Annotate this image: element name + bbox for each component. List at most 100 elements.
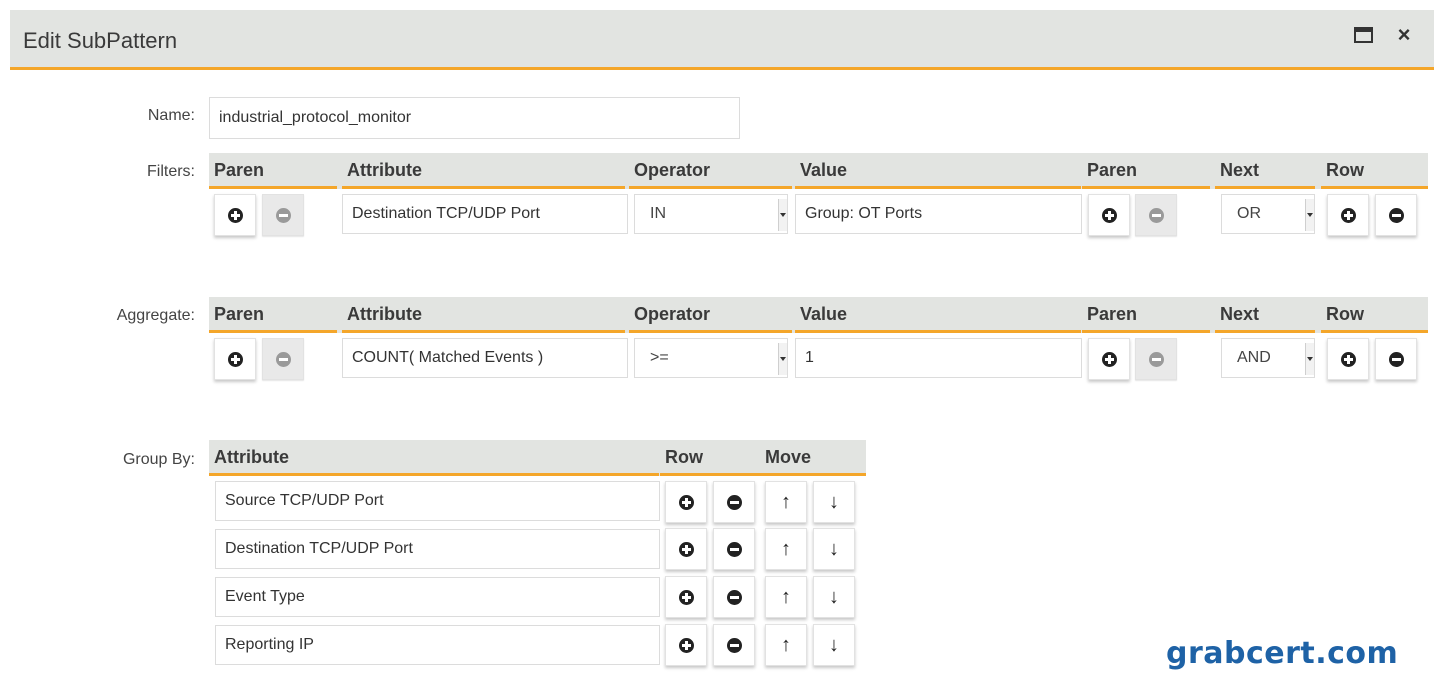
plus-circle-icon xyxy=(1101,207,1117,223)
group-by-move-up-button[interactable]: ↑ xyxy=(765,528,807,570)
filters-remove-open-paren-button[interactable] xyxy=(262,194,304,236)
filters-operator-value: IN xyxy=(650,205,666,222)
filters-add-row-button[interactable] xyxy=(1327,194,1369,236)
arrow-up-icon: ↑ xyxy=(781,491,791,513)
aggregate-header-operator: Operator xyxy=(629,297,792,333)
plus-circle-icon xyxy=(227,351,243,367)
aggregate-remove-row-button[interactable] xyxy=(1375,338,1417,380)
filters-header-next: Next xyxy=(1215,153,1315,189)
aggregate-add-close-paren-button[interactable] xyxy=(1088,338,1130,380)
aggregate-header: Paren Attribute Operator Value Paren Nex… xyxy=(209,297,1428,333)
plus-circle-icon xyxy=(678,541,694,557)
aggregate-attribute-field[interactable]: COUNT( Matched Events ) xyxy=(342,338,628,378)
group-by-add-row-button[interactable] xyxy=(665,576,707,618)
group-by-remove-row-button[interactable] xyxy=(713,528,755,570)
group-by-header-attribute: Attribute xyxy=(209,440,659,476)
minus-circle-icon xyxy=(726,637,742,653)
filters-add-open-paren-button[interactable] xyxy=(214,194,256,236)
aggregate-value-field[interactable]: 1 xyxy=(795,338,1082,378)
dropdown-caret-icon xyxy=(1305,199,1314,231)
watermark-text: grabcert.com xyxy=(1166,636,1399,671)
group-by-move-down-button[interactable]: ↓ xyxy=(813,528,855,570)
group-by-move-down-button[interactable]: ↓ xyxy=(813,481,855,523)
plus-circle-icon xyxy=(1340,351,1356,367)
plus-circle-icon xyxy=(678,637,694,653)
aggregate-header-next: Next xyxy=(1215,297,1315,333)
group-by-attribute-field[interactable]: Event Type xyxy=(215,577,660,617)
filters-value-field[interactable]: Group: OT Ports xyxy=(795,194,1082,234)
minus-circle-icon xyxy=(1388,351,1404,367)
filters-header-attribute: Attribute xyxy=(342,153,625,189)
arrow-down-icon: ↓ xyxy=(829,491,839,513)
dialog-title: Edit SubPattern xyxy=(23,28,178,53)
filters-next-value: OR xyxy=(1237,205,1261,222)
minus-circle-icon xyxy=(726,494,742,510)
group-by-move-up-button[interactable]: ↑ xyxy=(765,624,807,666)
filters-remove-row-button[interactable] xyxy=(1375,194,1417,236)
name-input[interactable]: industrial_protocol_monitor xyxy=(209,97,740,139)
dropdown-caret-icon xyxy=(1305,343,1314,375)
arrow-up-icon: ↑ xyxy=(781,586,791,608)
minus-circle-icon xyxy=(1148,351,1164,367)
maximize-icon xyxy=(1353,27,1373,43)
filters-header-operator: Operator xyxy=(629,153,792,189)
filters-label: Filters: xyxy=(147,163,195,180)
filters-operator-select[interactable]: IN xyxy=(634,194,788,234)
minus-circle-icon xyxy=(726,541,742,557)
plus-circle-icon xyxy=(227,207,243,223)
filters-next-select[interactable]: OR xyxy=(1221,194,1315,234)
group-by-header-move: Move xyxy=(760,440,866,476)
aggregate-add-open-paren-button[interactable] xyxy=(214,338,256,380)
maximize-button[interactable] xyxy=(1350,22,1376,48)
group-by-remove-row-button[interactable] xyxy=(713,481,755,523)
plus-circle-icon xyxy=(1340,207,1356,223)
group-by-attribute-field[interactable]: Source TCP/UDP Port xyxy=(215,481,660,521)
group-by-attribute-field[interactable]: Reporting IP xyxy=(215,625,660,665)
minus-circle-icon xyxy=(726,589,742,605)
group-by-header-row: Row xyxy=(660,440,760,476)
filters-attribute-field[interactable]: Destination TCP/UDP Port xyxy=(342,194,628,234)
aggregate-next-select[interactable]: AND xyxy=(1221,338,1315,378)
group-by-move-up-button[interactable]: ↑ xyxy=(765,576,807,618)
aggregate-header-value: Value xyxy=(795,297,1081,333)
group-by-move-down-button[interactable]: ↓ xyxy=(813,624,855,666)
group-by-add-row-button[interactable] xyxy=(665,481,707,523)
close-button[interactable]: × xyxy=(1391,22,1417,48)
filters-header-paren-open: Paren xyxy=(209,153,337,189)
group-by-add-row-button[interactable] xyxy=(665,528,707,570)
group-by-remove-row-button[interactable] xyxy=(713,576,755,618)
close-icon: × xyxy=(1397,22,1411,47)
dialog-titlebar: Edit SubPattern × xyxy=(10,10,1434,70)
minus-circle-icon xyxy=(275,207,291,223)
filters-add-close-paren-button[interactable] xyxy=(1088,194,1130,236)
name-label: Name: xyxy=(147,107,195,124)
aggregate-remove-open-paren-button[interactable] xyxy=(262,338,304,380)
group-by-add-row-button[interactable] xyxy=(665,624,707,666)
filters-remove-close-paren-button[interactable] xyxy=(1135,194,1177,236)
arrow-up-icon: ↑ xyxy=(781,634,791,656)
aggregate-header-row: Row xyxy=(1321,297,1428,333)
aggregate-add-row-button[interactable] xyxy=(1327,338,1369,380)
aggregate-operator-select[interactable]: >= xyxy=(634,338,788,378)
filters-header-paren-close: Paren xyxy=(1082,153,1210,189)
group-by-move-down-button[interactable]: ↓ xyxy=(813,576,855,618)
group-by-move-up-button[interactable]: ↑ xyxy=(765,481,807,523)
plus-circle-icon xyxy=(1101,351,1117,367)
aggregate-header-paren-close: Paren xyxy=(1082,297,1210,333)
minus-circle-icon xyxy=(1388,207,1404,223)
arrow-down-icon: ↓ xyxy=(829,634,839,656)
group-by-attribute-field[interactable]: Destination TCP/UDP Port xyxy=(215,529,660,569)
aggregate-header-paren-open: Paren xyxy=(209,297,337,333)
minus-circle-icon xyxy=(275,351,291,367)
aggregate-header-attribute: Attribute xyxy=(342,297,625,333)
aggregate-next-value: AND xyxy=(1237,349,1271,366)
aggregate-label: Aggregate: xyxy=(116,307,195,324)
filters-header-value: Value xyxy=(795,153,1081,189)
filters-header: Paren Attribute Operator Value Paren Nex… xyxy=(209,153,1428,189)
aggregate-remove-close-paren-button[interactable] xyxy=(1135,338,1177,380)
group-by-remove-row-button[interactable] xyxy=(713,624,755,666)
plus-circle-icon xyxy=(678,589,694,605)
arrow-down-icon: ↓ xyxy=(829,586,839,608)
aggregate-operator-value: >= xyxy=(650,349,669,366)
group-by-label: Group By: xyxy=(122,451,195,468)
